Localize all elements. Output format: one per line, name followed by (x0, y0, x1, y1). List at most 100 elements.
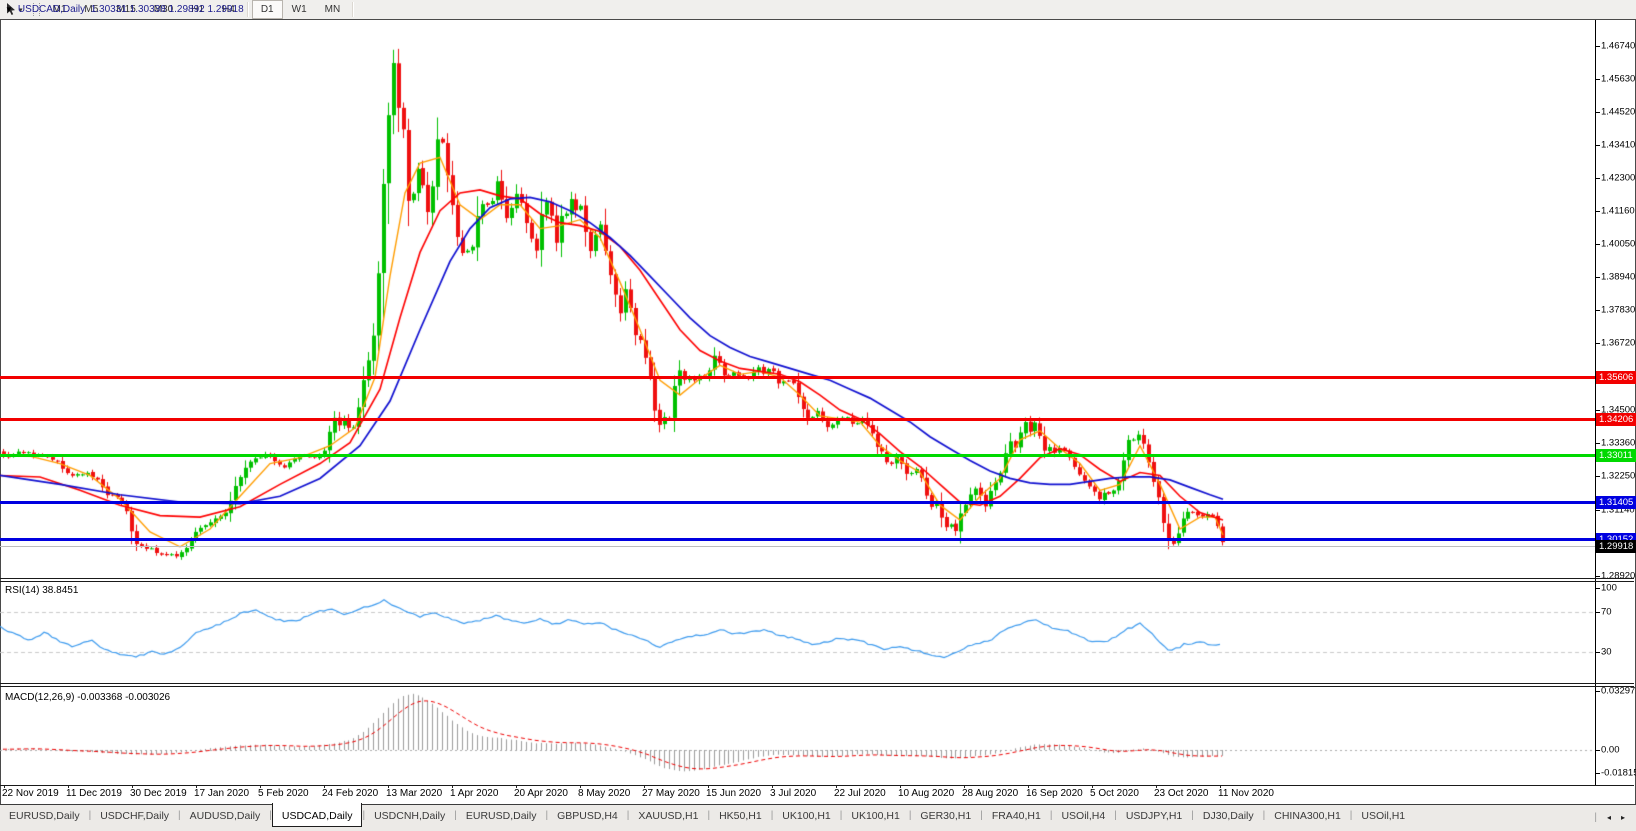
price-tick-label: 1.42300 (1601, 172, 1636, 184)
timeframe-button-mn[interactable]: MN (316, 0, 350, 19)
toolbar-separator (352, 2, 355, 17)
rsi-indicator-canvas[interactable] (0, 582, 1595, 683)
indicator-tickmark (1596, 652, 1600, 653)
hline-1.31405[interactable] (0, 501, 1595, 504)
date-label: 15 Jun 2020 (706, 788, 762, 799)
chart-tab-usoil-h4[interactable]: USOil,H4 (1052, 805, 1114, 826)
chart-tab-usdchf-daily[interactable]: USDCHF,Daily (91, 805, 178, 826)
indicator-tick-label: -0.01815 (1601, 767, 1636, 779)
chart-tab-gbpusd-h4[interactable]: GBPUSD,H4 (548, 805, 627, 826)
chart-symbol-period: USDCAD,Daily (17, 4, 86, 15)
price-tickmark (1596, 244, 1600, 245)
price-tickmark (1596, 79, 1600, 80)
hline-1.35606[interactable] (0, 376, 1595, 379)
date-label: 23 Oct 2020 (1154, 788, 1209, 799)
price-box-1.33011: 1.33011 (1596, 449, 1636, 462)
price-tickmark (1596, 112, 1600, 113)
price-tick-label: 1.36720 (1601, 337, 1636, 349)
pane-separator[interactable] (0, 578, 1634, 579)
chart-tab-bar: EURUSD,Daily | USDCHF,Daily | AUDUSD,Daily | U… (0, 803, 1636, 831)
price-tickmark (1596, 476, 1600, 477)
chart-tab-china300-h1[interactable]: CHINA300,H1 (1265, 805, 1350, 826)
indicator-tick-label: 30 (1601, 646, 1612, 658)
chart-tab-dj30-daily[interactable]: DJ30,Daily (1194, 805, 1263, 826)
chart-tab-usdjpy-h1[interactable]: USDJPY,H1 (1117, 805, 1191, 826)
price-tickmark (1596, 510, 1600, 511)
pane-separator[interactable] (0, 581, 1634, 582)
chart-tab-usoil-h1[interactable]: USOil,H1 (1352, 805, 1414, 826)
pane-separator (0, 785, 1634, 786)
price-tickmark (1596, 178, 1600, 179)
hline-1.34206[interactable] (0, 418, 1595, 421)
date-label: 8 May 2020 (578, 788, 631, 799)
chart-tab-eurusd-daily[interactable]: EURUSD,Daily (457, 805, 546, 826)
date-label: 24 Feb 2020 (322, 788, 379, 799)
price-tick-label: 1.43410 (1601, 139, 1636, 151)
price-tickmark (1596, 410, 1600, 411)
indicator-tickmark (1596, 773, 1600, 774)
price-axis-line (1595, 20, 1596, 785)
chart-tab-xauusd-h1[interactable]: XAUUSD,H1 (629, 805, 707, 826)
date-label: 28 Aug 2020 (962, 788, 1019, 799)
chart-tab-hk50-h1[interactable]: HK50,H1 (710, 805, 771, 826)
chart-ohlc-quotes: 1.30331 1.30338 1.29892 1.29918 (90, 4, 244, 15)
chart-title: ▼ USDCAD,Daily 1.30331 1.30338 1.29892 1.… (5, 4, 244, 15)
price-box-1.31405: 1.31405 (1596, 496, 1636, 509)
price-tick-label: 1.28920 (1601, 570, 1636, 582)
date-label: 11 Dec 2019 (66, 788, 122, 799)
date-label: 1 Apr 2020 (450, 788, 499, 799)
mt4-app: { "toolbar": { "cursor_caret": "▾", "tim… (0, 0, 1636, 831)
price-box-1.35606: 1.35606 (1596, 371, 1636, 384)
date-label: 20 Apr 2020 (514, 788, 568, 799)
tab-separator: | (1594, 811, 1597, 823)
indicator-tickmark (1596, 750, 1600, 751)
date-label: 17 Jan 2020 (194, 788, 250, 799)
chart-tab-ger30-h1[interactable]: GER30,H1 (911, 805, 980, 826)
pane-separator[interactable] (0, 686, 1634, 687)
date-label: 27 May 2020 (642, 788, 700, 799)
macd-indicator-canvas[interactable] (0, 687, 1595, 785)
tab-scroll-right-icon[interactable]: ▸ (1616, 813, 1630, 822)
chart-tab-eurusd-daily[interactable]: EURUSD,Daily (0, 805, 89, 826)
price-tickmark (1596, 310, 1600, 311)
hline-1.30152[interactable] (0, 538, 1595, 541)
chart-tab-usdcad-daily[interactable]: USDCAD,Daily (271, 803, 363, 827)
indicator-tick-label: 0.00 (1601, 744, 1620, 756)
tab-scroll-left-icon[interactable]: ◂ (1602, 813, 1616, 822)
chart-tab-uk100-h1[interactable]: UK100,H1 (842, 805, 908, 826)
chart-tab-usdcnh-daily[interactable]: USDCNH,Daily (365, 805, 454, 826)
chart-tab-fra40-h1[interactable]: FRA40,H1 (983, 805, 1050, 826)
date-label: 10 Aug 2020 (898, 788, 955, 799)
indicator-tick-label: 100 (1601, 582, 1617, 594)
chart-tab-uk100-h1[interactable]: UK100,H1 (773, 805, 839, 826)
timeframe-button-w1[interactable]: W1 (283, 0, 316, 19)
price-tick-label: 1.44520 (1601, 106, 1636, 118)
date-label: 22 Jul 2020 (834, 788, 886, 799)
tab-scroll-controls: | ◂ ▸ (1589, 804, 1630, 830)
date-label: 11 Nov 2020 (1218, 788, 1274, 799)
macd-label: MACD(12,26,9) -0.003368 -0.003026 (5, 692, 171, 703)
hline-1.29918[interactable] (0, 546, 1595, 547)
price-tickmark (1596, 46, 1600, 47)
price-tick-label: 1.33360 (1601, 437, 1636, 449)
timeframe-toolbar: ▾ M1 M5 M15 M30 H1 H4 D1 W1 MN (0, 0, 1636, 20)
toolbar-separator (246, 2, 249, 17)
indicator-tick-label: 70 (1601, 606, 1612, 618)
main-chart-canvas[interactable] (0, 21, 1595, 578)
price-tickmark (1596, 343, 1600, 344)
pane-separator[interactable] (0, 683, 1634, 684)
hline-1.33011[interactable] (0, 454, 1595, 457)
collapse-chart-icon[interactable]: ▼ (5, 5, 13, 14)
indicator-tickmark (1596, 612, 1600, 613)
price-tick-label: 1.41160 (1601, 205, 1635, 217)
price-tickmark (1596, 576, 1600, 577)
price-tick-label: 1.38940 (1601, 271, 1636, 283)
chart-tab-audusd-daily[interactable]: AUDUSD,Daily (181, 805, 270, 826)
timeframe-button-d1[interactable]: D1 (251, 0, 283, 19)
indicator-tick-label: 0.032972 (1601, 685, 1636, 697)
date-label: 16 Sep 2020 (1026, 788, 1083, 799)
price-tick-label: 1.46740 (1601, 40, 1636, 52)
price-tickmark (1596, 443, 1600, 444)
price-tickmark (1596, 145, 1600, 146)
indicator-tickmark (1596, 691, 1600, 692)
